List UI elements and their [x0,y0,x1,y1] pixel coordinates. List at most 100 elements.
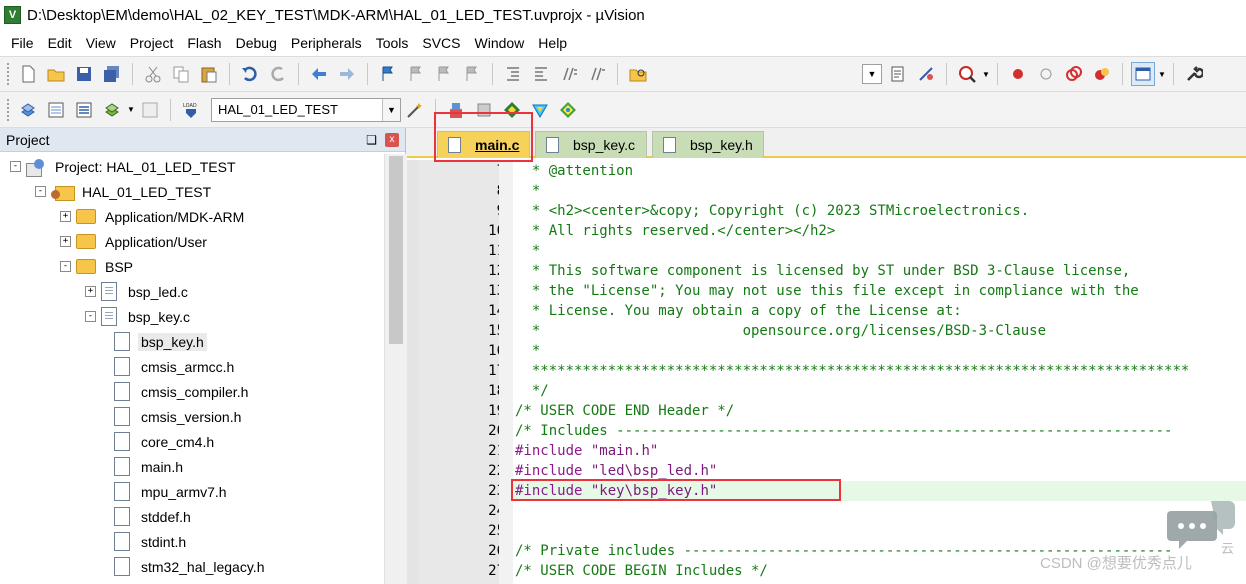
tree-item[interactable]: - HAL_01_LED_TEST [35,179,214,204]
uncomment-selection-button[interactable] [585,62,609,86]
copy-icon [173,66,189,83]
pin-icon[interactable]: ❑ [366,133,377,147]
tree-item[interactable]: + bsp_led.c [85,279,191,304]
unindent-icon [535,67,547,81]
new-file-button[interactable] [16,62,40,86]
close-panel-button[interactable]: x [385,132,399,147]
collapse-icon[interactable]: - [10,161,21,172]
debug-session-button[interactable] [955,62,979,86]
undo-button[interactable] [238,62,262,86]
enable-breakpoint-button[interactable] [1034,62,1058,86]
rebuild-icon [76,102,92,117]
copy-button[interactable] [169,62,193,86]
insert-bookmark-button[interactable] [376,62,400,86]
menu-file[interactable]: File [4,35,41,51]
find-symbol-button[interactable] [914,62,938,86]
toolbar-grip[interactable] [6,62,10,86]
insert-breakpoint-button[interactable] [1006,62,1030,86]
build-button[interactable] [44,98,68,122]
cut-button[interactable] [141,62,165,86]
menu-project[interactable]: Project [123,35,181,51]
expand-icon[interactable]: + [60,236,71,247]
navigate-forward-button[interactable] [335,62,359,86]
chevron-down-icon[interactable]: ▼ [382,98,400,121]
software-packs-button[interactable] [556,98,580,122]
indent-button[interactable] [501,62,525,86]
project-panel-header: Project ❑ x [0,128,405,152]
find-in-files-button[interactable] [626,62,650,86]
incremental-find-button[interactable] [886,62,910,86]
menu-flash[interactable]: Flash [180,35,228,51]
configure-button[interactable] [1182,62,1206,86]
tree-item[interactable]: + Application/MDK-ARM [60,204,247,229]
batch-build-dropdown-arrow[interactable]: ▼ [126,98,136,122]
menu-svcs[interactable]: SVCS [415,35,467,51]
collapse-icon[interactable]: - [85,311,96,322]
menu-edit[interactable]: Edit [41,35,79,51]
tree-item[interactable]: cmsis_armcc.h [110,354,237,379]
target-options-button[interactable] [403,98,427,122]
tree-item[interactable]: - Project: HAL_01_LED_TEST [10,154,239,179]
tree-item[interactable]: - bsp_key.c [85,304,193,329]
debug-dropdown-arrow[interactable]: ▼ [981,62,991,86]
menu-window[interactable]: Window [468,35,532,51]
batch-build-button[interactable] [100,98,124,122]
collapse-icon[interactable]: - [60,261,71,272]
rebuild-button[interactable] [72,98,96,122]
toolbar-separator [367,63,368,85]
menu-help[interactable]: Help [531,35,574,51]
save-button[interactable] [72,62,96,86]
manage-project-items-button[interactable] [444,98,468,122]
collapse-icon[interactable]: - [35,186,46,197]
tab-bsp-key-c[interactable]: bsp_key.c [535,131,647,158]
tree-item[interactable]: + Application/User [60,229,210,254]
menu-tools[interactable]: Tools [369,35,416,51]
unindent-button[interactable] [529,62,553,86]
tree-scroll-thumb[interactable] [389,156,403,344]
download-button[interactable]: LOAD [179,98,203,122]
tree-item[interactable]: stddef.h [110,504,194,529]
save-all-button[interactable] [100,62,124,86]
menu-view[interactable]: View [79,35,123,51]
window-layout-dropdown-arrow[interactable]: ▼ [1157,62,1167,86]
toolbar-grip[interactable] [6,97,10,122]
clear-bookmarks-button[interactable] [460,62,484,86]
tree-item[interactable]: main.h [110,454,186,479]
open-file-button[interactable] [44,62,68,86]
tab-bsp-key-h[interactable]: bsp_key.h [652,131,764,158]
arrow-left-icon [312,68,326,80]
tree-scrollbar[interactable] [384,154,406,584]
window-layout-button[interactable] [1131,62,1155,86]
tree-item[interactable]: cmsis_version.h [110,404,244,429]
paste-button[interactable] [197,62,221,86]
tree-item[interactable]: core_cm4.h [110,429,217,454]
tree-item[interactable]: mpu_armv7.h [110,479,230,504]
find-dropdown[interactable]: ▼ [862,64,882,84]
redo-button[interactable] [266,62,290,86]
target-select-dropdown[interactable]: HAL_01_LED_TEST ▼ [211,97,401,122]
expand-icon[interactable]: + [85,286,96,297]
disable-all-breakpoints-button[interactable] [1062,62,1086,86]
tree-item[interactable]: - BSP [60,254,136,279]
expand-icon[interactable]: + [60,211,71,222]
menu-peripherals[interactable]: Peripherals [284,35,369,51]
tree-item[interactable]: bsp_key.h [110,329,207,354]
stop-build-button[interactable] [138,98,162,122]
tab-main-c[interactable]: main.c [437,131,530,158]
tree-item[interactable]: cmsis_compiler.h [110,379,251,404]
pack-installer-button[interactable] [528,98,552,122]
code-editor[interactable]: 789101112131415161718192021222324252627 … [407,160,1246,584]
line-number: 25 [488,523,505,539]
navigate-back-button[interactable] [307,62,331,86]
next-bookmark-button[interactable] [432,62,456,86]
tree-item[interactable]: stm32_hal_legacy.h [110,554,267,579]
comment-selection-button[interactable] [557,62,581,86]
translate-button[interactable] [16,98,40,122]
tree-item[interactable]: stdint.h [110,529,189,554]
select-packs-button[interactable] [472,98,496,122]
tab-label: bsp_key.h [690,137,753,153]
kill-all-breakpoints-button[interactable] [1090,62,1114,86]
menu-debug[interactable]: Debug [229,35,284,51]
manage-rte-button[interactable] [500,98,524,122]
previous-bookmark-button[interactable] [404,62,428,86]
